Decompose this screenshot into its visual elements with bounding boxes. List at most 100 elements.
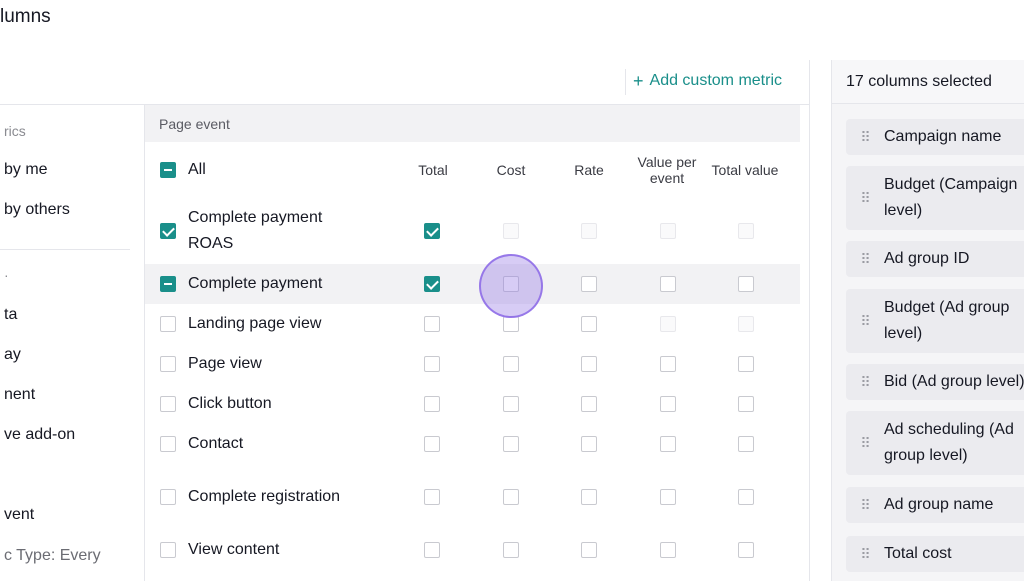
cell-checkbox-total[interactable]: [424, 223, 440, 239]
cell-checkbox-value-per-event: [660, 223, 676, 239]
toolbar-separator: [625, 69, 626, 95]
cell-checkbox-value-per-event[interactable]: [660, 356, 676, 372]
sidebar-item-engagement[interactable]: nent: [4, 386, 35, 404]
column-header-rate: Rate: [574, 162, 604, 178]
selected-column-label: Total cost: [884, 545, 952, 562]
cell-checkbox-value-per-event: [660, 316, 676, 332]
cell-checkbox-rate[interactable]: [581, 436, 597, 452]
sidebar-item-page-event[interactable]: vent: [4, 506, 34, 524]
row-label: Page view: [188, 355, 262, 372]
row-checkbox[interactable]: [160, 316, 176, 332]
row-checkbox[interactable]: [160, 489, 176, 505]
row-metric[interactable]: View content: [160, 530, 358, 570]
row-checkbox[interactable]: [160, 396, 176, 412]
sidebar-item-metric-type[interactable]: c Type: Every: [4, 547, 101, 565]
cell-checkbox-total[interactable]: [424, 356, 440, 372]
selected-column-chip[interactable]: ⠿ Ad scheduling (Ad group level): [846, 411, 1024, 475]
table-row[interactable]: Page view: [145, 344, 800, 384]
row-checkbox[interactable]: [160, 223, 176, 239]
cell-checkbox-value-per-event[interactable]: [660, 396, 676, 412]
row-metric[interactable]: Landing page view: [160, 304, 358, 344]
cell-checkbox-cost[interactable]: [503, 396, 519, 412]
row-metric[interactable]: Complete registration: [160, 464, 358, 530]
drag-handle-icon[interactable]: ⠿: [846, 246, 884, 272]
select-all[interactable]: All: [160, 157, 206, 183]
row-checkbox[interactable]: [160, 436, 176, 452]
table-row[interactable]: Contact: [145, 424, 800, 464]
row-checkbox[interactable]: [160, 542, 176, 558]
cell-checkbox-value-per-event[interactable]: [660, 436, 676, 452]
add-custom-metric-button[interactable]: + Add custom metric: [633, 72, 782, 90]
selected-column-chip[interactable]: ⠿ Bid (Ad group level): [846, 364, 1024, 400]
drag-handle-icon[interactable]: ⠿: [846, 308, 884, 334]
drag-handle-icon[interactable]: ⠿: [846, 430, 884, 456]
cell-checkbox-rate[interactable]: [581, 316, 597, 332]
row-label: Complete payment: [188, 275, 323, 292]
column-header-value-per-event: Value per event: [637, 154, 697, 186]
cell-checkbox-rate: [581, 223, 597, 239]
row-metric[interactable]: Click button: [160, 384, 358, 424]
row-checkbox[interactable]: [160, 356, 176, 372]
selected-column-chip[interactable]: ⠿ Total cost: [846, 536, 1024, 572]
add-custom-metric-label: Add custom metric: [649, 72, 782, 89]
select-all-checkbox[interactable]: [160, 162, 176, 178]
drag-handle-icon[interactable]: ⠿: [846, 492, 884, 518]
cell-checkbox-rate[interactable]: [581, 276, 597, 292]
cell-checkbox-value-per-event[interactable]: [660, 542, 676, 558]
sidebar-item-created-by-others[interactable]: by others: [4, 201, 70, 219]
cell-checkbox-total[interactable]: [424, 316, 440, 332]
cell-checkbox-rate[interactable]: [581, 542, 597, 558]
selected-column-chip[interactable]: ⠿ Ad group ID: [846, 241, 1024, 277]
drag-handle-icon[interactable]: ⠿: [846, 124, 884, 150]
table-row[interactable]: Click button: [145, 384, 800, 424]
table-row[interactable]: Complete payment: [145, 264, 800, 304]
selected-column-chip[interactable]: ⠿ Budget (Ad group level): [846, 289, 1024, 353]
cell-checkbox-rate[interactable]: [581, 396, 597, 412]
table-row[interactable]: Landing page view: [145, 304, 800, 344]
sidebar-item-created-by-me[interactable]: by me: [4, 161, 48, 179]
cell-checkbox-cost[interactable]: [503, 489, 519, 505]
row-label: Complete registration: [188, 488, 341, 505]
row-metric[interactable]: Page view: [160, 344, 358, 384]
cell-checkbox-total[interactable]: [424, 276, 440, 292]
cell-checkbox-total-value[interactable]: [738, 542, 754, 558]
cell-checkbox-total-value: [738, 316, 754, 332]
selected-column-chip[interactable]: ⠿ Campaign name: [846, 119, 1024, 155]
selected-column-label: Ad group ID: [884, 250, 970, 267]
table-row[interactable]: View content: [145, 530, 800, 570]
row-metric[interactable]: Complete payment: [160, 264, 358, 304]
row-label: Click button: [188, 395, 272, 412]
cell-checkbox-value-per-event[interactable]: [660, 276, 676, 292]
cell-checkbox-total[interactable]: [424, 436, 440, 452]
selected-column-chip[interactable]: ⠿ Budget (Campaign level): [846, 166, 1024, 230]
cell-checkbox-cost[interactable]: [503, 542, 519, 558]
sidebar-item-interactive-add-on[interactable]: ve add-on: [4, 426, 75, 444]
sidebar-item-data[interactable]: ta: [4, 306, 17, 324]
cell-checkbox-total[interactable]: [424, 542, 440, 558]
cell-checkbox-total-value[interactable]: [738, 396, 754, 412]
table-row[interactable]: Complete registration: [145, 464, 800, 530]
cell-checkbox-value-per-event[interactable]: [660, 489, 676, 505]
cell-checkbox-rate[interactable]: [581, 356, 597, 372]
row-metric[interactable]: Contact: [160, 424, 358, 464]
cell-checkbox-total-value[interactable]: [738, 489, 754, 505]
drag-handle-icon[interactable]: ⠿: [846, 541, 884, 567]
cell-checkbox-total[interactable]: [424, 489, 440, 505]
cell-checkbox-total-value[interactable]: [738, 436, 754, 452]
row-checkbox[interactable]: [160, 276, 176, 292]
selected-column-label: Budget (Campaign level): [884, 176, 1018, 219]
drag-handle-icon[interactable]: ⠿: [846, 185, 884, 211]
cell-checkbox-rate[interactable]: [581, 489, 597, 505]
cell-checkbox-cost[interactable]: [503, 316, 519, 332]
drag-handle-icon[interactable]: ⠿: [846, 369, 884, 395]
cell-checkbox-cost[interactable]: [503, 436, 519, 452]
cell-checkbox-total[interactable]: [424, 396, 440, 412]
table-row[interactable]: Complete payment ROAS: [145, 198, 800, 264]
row-metric[interactable]: Complete payment ROAS: [160, 198, 358, 264]
selected-column-chip[interactable]: ⠿ Ad group name: [846, 487, 1024, 523]
cell-checkbox-cost[interactable]: [503, 356, 519, 372]
cell-checkbox-total-value[interactable]: [738, 276, 754, 292]
cell-checkbox-total-value[interactable]: [738, 356, 754, 372]
cell-checkbox-cost: [503, 223, 519, 239]
sidebar-item-play[interactable]: ay: [4, 346, 21, 364]
